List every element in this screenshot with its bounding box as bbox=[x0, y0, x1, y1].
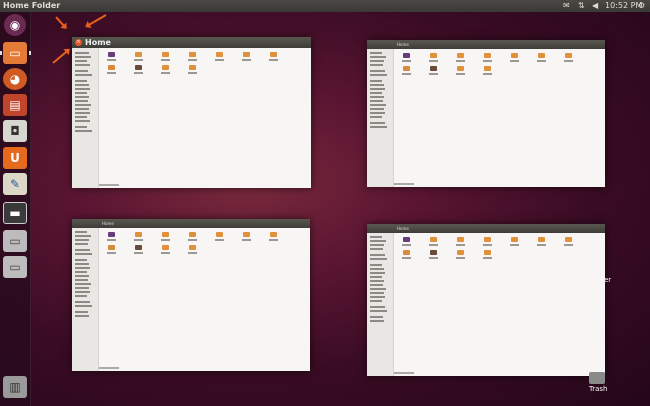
annotation-arrow bbox=[52, 49, 69, 64]
terminal-icon[interactable]: ▬ bbox=[3, 202, 27, 224]
trash-desktop-icon[interactable] bbox=[589, 372, 605, 384]
folder-icon[interactable] bbox=[270, 232, 277, 237]
folder-icon[interactable] bbox=[108, 245, 115, 250]
folder-icon[interactable] bbox=[108, 232, 115, 237]
folder-icon[interactable] bbox=[189, 232, 196, 237]
folder-icon[interactable] bbox=[484, 250, 491, 255]
places-sidebar[interactable] bbox=[72, 228, 99, 371]
trash-label[interactable]: Trash bbox=[589, 385, 608, 393]
folder-icon[interactable] bbox=[403, 250, 410, 255]
folder-icon[interactable] bbox=[457, 250, 464, 255]
places-sidebar[interactable] bbox=[367, 233, 394, 376]
network-icon[interactable]: ⇅ bbox=[578, 0, 585, 12]
places-sidebar[interactable] bbox=[367, 49, 394, 187]
folder-icon[interactable] bbox=[189, 65, 196, 70]
writer-icon[interactable]: ✎ bbox=[3, 173, 27, 195]
window-title: Home bbox=[397, 226, 409, 231]
folder-icon[interactable] bbox=[135, 245, 142, 250]
folder-icon[interactable] bbox=[484, 53, 491, 58]
active-window-title: Home Folder bbox=[3, 1, 61, 10]
folder-icon[interactable] bbox=[108, 52, 115, 57]
window-title: Home bbox=[397, 42, 409, 47]
folder-icon[interactable] bbox=[108, 65, 115, 70]
folder-icon[interactable] bbox=[430, 237, 437, 242]
folder-icon[interactable] bbox=[565, 237, 572, 242]
status-bar bbox=[99, 367, 119, 369]
folder-icon[interactable] bbox=[135, 232, 142, 237]
folder-icon[interactable] bbox=[430, 66, 437, 71]
folder-icon[interactable] bbox=[403, 66, 410, 71]
folder-icon[interactable] bbox=[484, 237, 491, 242]
window-title: Home bbox=[85, 38, 111, 47]
shotwell-icon[interactable]: ◘ bbox=[3, 120, 27, 142]
firefox-icon[interactable]: ◕ bbox=[3, 68, 27, 90]
status-bar bbox=[394, 372, 414, 374]
volume-icon[interactable]: ◀ bbox=[592, 0, 598, 12]
drive-icon[interactable]: ▭ bbox=[3, 230, 27, 252]
folder-icon[interactable] bbox=[243, 232, 250, 237]
window-home-2[interactable]: Home bbox=[367, 40, 605, 187]
folder-icon[interactable] bbox=[162, 232, 169, 237]
folder-icon[interactable] bbox=[484, 66, 491, 71]
folder-icon[interactable] bbox=[457, 66, 464, 71]
folder-icon[interactable] bbox=[162, 65, 169, 70]
folder-icon[interactable] bbox=[511, 53, 518, 58]
file-view[interactable] bbox=[99, 228, 310, 371]
file-view[interactable] bbox=[99, 48, 311, 188]
clock[interactable]: 10:52 PM bbox=[605, 0, 642, 12]
window-titlebar[interactable]: Home bbox=[367, 224, 605, 233]
folder-icon[interactable] bbox=[135, 52, 142, 57]
top-panel: Home Folder ✉ ⇅ ◀ 10:52 PM ⚙ bbox=[0, 0, 650, 12]
folder-icon[interactable] bbox=[538, 237, 545, 242]
folder-icon[interactable] bbox=[430, 250, 437, 255]
folder-icon[interactable] bbox=[403, 53, 410, 58]
places-sidebar[interactable] bbox=[72, 48, 99, 188]
folder-icon[interactable] bbox=[243, 52, 250, 57]
folder-icon[interactable] bbox=[216, 52, 223, 57]
window-title: Home bbox=[102, 221, 114, 226]
folder-icon[interactable] bbox=[403, 237, 410, 242]
folder-icon[interactable] bbox=[270, 52, 277, 57]
window-home-1[interactable]: × Home bbox=[72, 37, 311, 188]
folder-icon[interactable] bbox=[511, 237, 518, 242]
mail-icon[interactable]: ✉ bbox=[563, 0, 570, 12]
folder-icon[interactable] bbox=[216, 232, 223, 237]
folder-icon[interactable] bbox=[565, 53, 572, 58]
annotation-arrow bbox=[86, 14, 107, 27]
folder-icon[interactable] bbox=[189, 52, 196, 57]
running-indicator bbox=[0, 51, 2, 55]
window-home-4[interactable]: Home bbox=[367, 224, 605, 376]
folder-icon[interactable] bbox=[457, 53, 464, 58]
folder-icon[interactable] bbox=[162, 52, 169, 57]
window-titlebar[interactable]: Home bbox=[72, 219, 310, 228]
window-titlebar[interactable]: × Home bbox=[72, 37, 311, 48]
home-folder-icon[interactable]: ▭ bbox=[3, 42, 27, 64]
file-view[interactable] bbox=[394, 49, 605, 187]
window-titlebar[interactable]: Home bbox=[367, 40, 605, 49]
libreoffice-impress-icon[interactable]: ▤ bbox=[3, 94, 27, 116]
power-icon[interactable]: ⚙ bbox=[638, 0, 645, 12]
trash-icon[interactable]: ▥ bbox=[3, 376, 27, 398]
launcher: ◉ ▭ ◕ ▤ ◘ U ✎ ▬ ▭ ▭ ▥ bbox=[0, 12, 31, 406]
folder-icon[interactable] bbox=[538, 53, 545, 58]
window-home-3[interactable]: Home bbox=[72, 219, 310, 371]
close-icon[interactable]: × bbox=[75, 39, 82, 46]
dash-home-icon[interactable]: ◉ bbox=[4, 14, 26, 36]
file-view[interactable] bbox=[394, 233, 605, 376]
ubuntu-one-icon[interactable]: U bbox=[3, 147, 27, 169]
annotation-arrow bbox=[55, 16, 67, 29]
drive-icon[interactable]: ▭ bbox=[3, 256, 27, 278]
focused-indicator bbox=[29, 51, 31, 55]
folder-icon[interactable] bbox=[162, 245, 169, 250]
folder-icon[interactable] bbox=[457, 237, 464, 242]
status-bar bbox=[394, 183, 414, 185]
desktop-item-label: er bbox=[604, 276, 612, 284]
folder-icon[interactable] bbox=[135, 65, 142, 70]
folder-icon[interactable] bbox=[430, 53, 437, 58]
folder-icon[interactable] bbox=[189, 245, 196, 250]
status-bar bbox=[99, 184, 119, 186]
